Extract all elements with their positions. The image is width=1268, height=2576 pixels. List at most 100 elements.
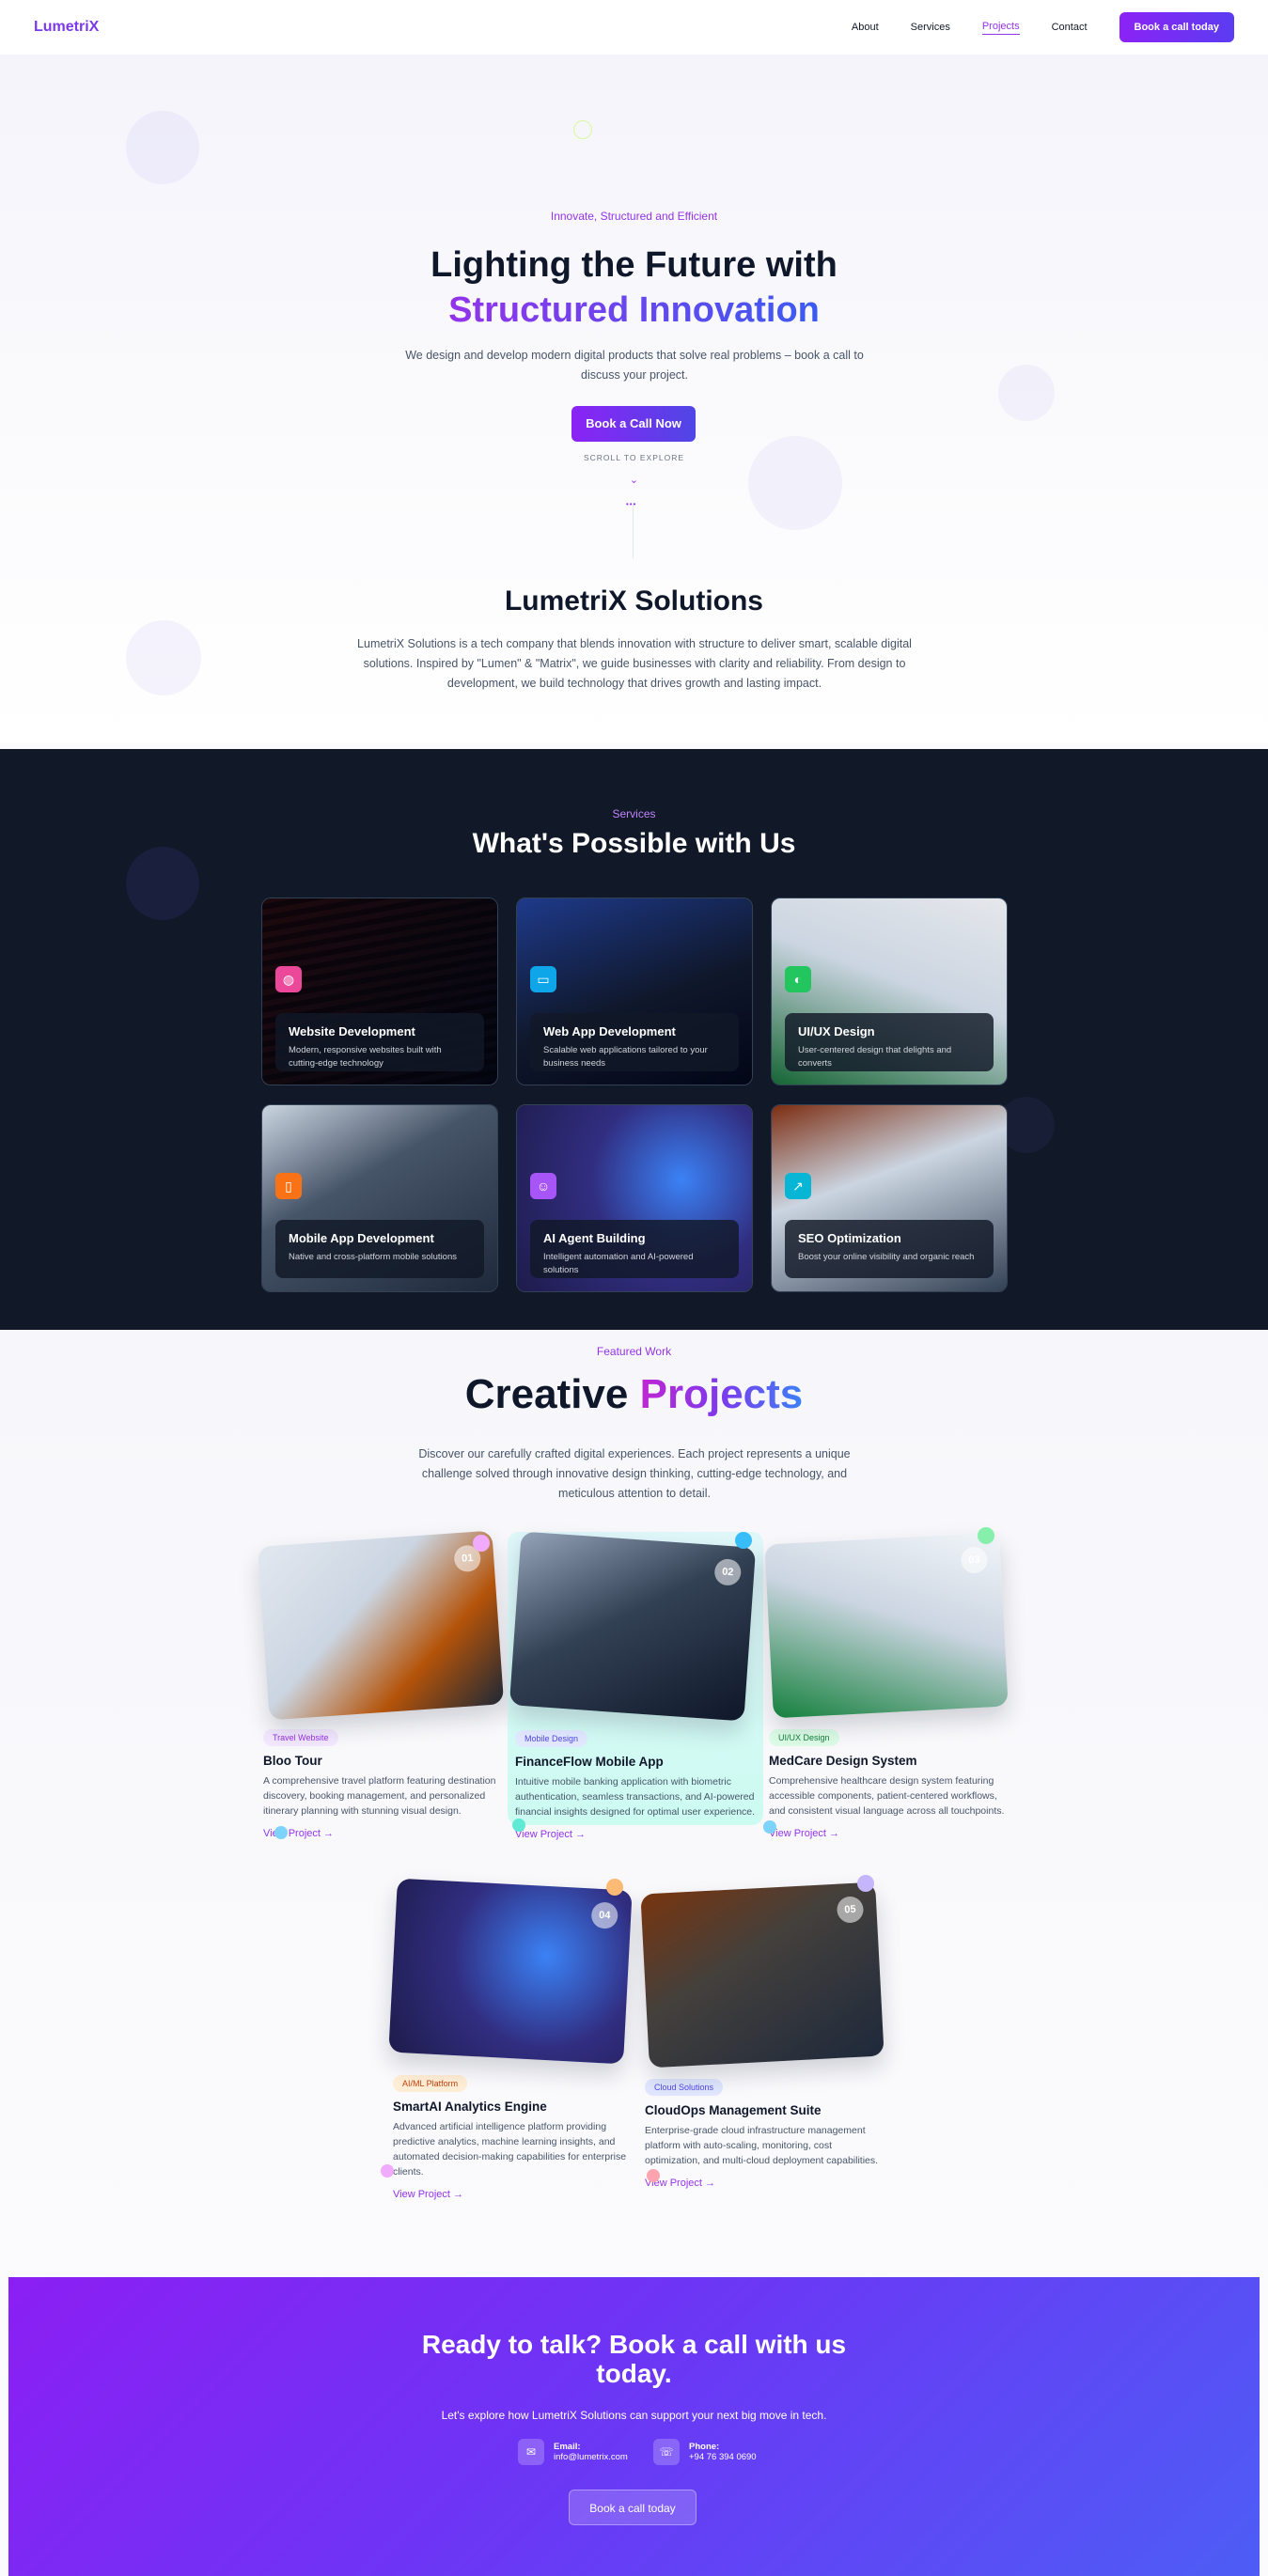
service-title: AI Agent Building xyxy=(543,1231,646,1245)
project-thumb: 05 xyxy=(640,1881,884,2069)
hero-subtitle: We design and develop modern digital pro… xyxy=(405,349,864,382)
decor-dot xyxy=(606,1879,623,1896)
project-title: CloudOps Management Suite xyxy=(645,2103,822,2117)
service-card-mobile[interactable]: ▯ Mobile App Development Native and cros… xyxy=(261,1104,498,1292)
service-title: SEO Optimization xyxy=(798,1231,901,1245)
contact-email[interactable]: ✉ Email: info@lumetrix.com xyxy=(518,2439,628,2465)
project-card-4[interactable]: 04 AI/ML Platform SmartAI Analytics Engi… xyxy=(388,1878,637,2200)
service-desc: Intelligent automation and AI-powered so… xyxy=(543,1252,694,1275)
project-number: 02 xyxy=(713,1557,743,1586)
brand-logo[interactable]: LumetriX xyxy=(34,19,99,36)
service-card-panel: Web App Development Scalable web applica… xyxy=(530,1013,739,1071)
service-title: Mobile App Development xyxy=(289,1231,434,1245)
cta-subtitle: Let's explore how LumetriX Solutions can… xyxy=(441,2409,827,2422)
scroll-line xyxy=(633,502,634,558)
cta-book-call-button[interactable]: Book a call today xyxy=(569,2490,697,2525)
decor-dot xyxy=(647,2169,660,2182)
project-card-1[interactable]: 01 Travel Website Bloo Tour A comprehens… xyxy=(257,1530,508,1839)
service-card-panel: SEO Optimization Boost your online visib… xyxy=(785,1220,994,1278)
service-desc: Scalable web applications tailored to yo… xyxy=(543,1045,708,1069)
smartphone-icon: ▯ xyxy=(275,1173,302,1199)
chevron-down-icon[interactable]: ⌄ xyxy=(0,474,1268,486)
project-badge: UI/UX Design xyxy=(769,1729,839,1746)
project-desc: Advanced artificial intelligence platfor… xyxy=(393,2121,627,2178)
service-desc: Modern, responsive websites built with c… xyxy=(289,1045,442,1069)
project-card-3[interactable]: 03 UI/UX Design MedCare Design System Co… xyxy=(764,1532,1013,1839)
project-title: MedCare Design System xyxy=(769,1754,917,1768)
scroll-dots-icon: ••• xyxy=(626,500,637,508)
services-title: What's Possible with Us xyxy=(472,828,796,859)
service-desc: Native and cross-platform mobile solutio… xyxy=(289,1252,457,1262)
projects-subtitle: Discover our carefully crafted digital e… xyxy=(418,1447,851,1500)
decor-dot xyxy=(381,2164,394,2178)
hero-title-line1: Lighting the Future with xyxy=(430,245,838,285)
project-badge: Travel Website xyxy=(263,1729,338,1746)
phone-icon: ☏ xyxy=(653,2439,680,2465)
cta-title: Ready to talk? Book a call with us today… xyxy=(421,2330,847,2388)
hero-title-line2: Structured Innovation xyxy=(448,290,820,330)
service-card-seo[interactable]: ↗ SEO Optimization Boost your online vis… xyxy=(771,1104,1008,1292)
service-card-uiux[interactable]: ◐ UI/UX Design User-centered design that… xyxy=(771,898,1008,1085)
service-card-panel: Website Development Modern, responsive w… xyxy=(275,1013,484,1071)
decor-blob xyxy=(126,111,199,184)
project-title: FinanceFlow Mobile App xyxy=(515,1755,664,1769)
service-desc: Boost your online visibility and organic… xyxy=(798,1252,975,1262)
project-thumb: 03 xyxy=(764,1532,1009,1719)
project-card-5[interactable]: 05 Cloud Solutions CloudOps Management S… xyxy=(640,1881,889,2189)
service-card-panel: Mobile App Development Native and cross-… xyxy=(275,1220,484,1278)
services-section: Services What's Possible with Us ◍ Websi… xyxy=(0,749,1268,1330)
projects-title-b: Projects xyxy=(639,1371,804,1417)
project-card-2[interactable]: 02 Mobile Design FinanceFlow Mobile App … xyxy=(508,1531,763,1840)
projects-eyebrow: Featured Work xyxy=(596,1345,672,1358)
services-eyebrow: Services xyxy=(612,807,656,820)
service-title: Web App Development xyxy=(543,1024,676,1038)
service-card-webapp[interactable]: ▭ Web App Development Scalable web appli… xyxy=(516,898,753,1085)
view-project-link[interactable]: View Project → xyxy=(769,1828,1013,1839)
view-project-link[interactable]: View Project → xyxy=(645,2178,889,2189)
project-thumb: 02 xyxy=(509,1531,757,1722)
phone-label: Phone: xyxy=(689,2442,720,2452)
service-card-panel: AI Agent Building Intelligent automation… xyxy=(530,1220,739,1278)
projects-title-a: Creative xyxy=(464,1371,629,1417)
decor-blob xyxy=(998,365,1055,421)
email-label: Email: xyxy=(554,2442,581,2452)
bot-icon: ☺ xyxy=(530,1173,556,1199)
email-value[interactable]: info@lumetrix.com xyxy=(554,2452,628,2462)
decor-blob xyxy=(126,620,201,695)
nav-link-projects[interactable]: Projects xyxy=(981,21,1020,35)
project-thumb: 04 xyxy=(388,1878,633,2065)
palette-icon: ◐ xyxy=(785,966,811,992)
projects-title: Creative Projects xyxy=(0,1371,1268,1418)
project-number: 05 xyxy=(836,1896,865,1924)
decor-dot xyxy=(857,1875,874,1892)
view-project-link[interactable]: View Project → xyxy=(263,1828,508,1839)
nav-link-contact[interactable]: Contact xyxy=(1052,22,1088,33)
project-desc: Intuitive mobile banking application wit… xyxy=(515,1776,756,1818)
decor-dot xyxy=(978,1527,994,1544)
globe-icon: ◍ xyxy=(275,966,302,992)
nav-book-call-button[interactable]: Book a call today xyxy=(1119,12,1234,42)
service-card-ai[interactable]: ☺ AI Agent Building Intelligent automati… xyxy=(516,1104,753,1292)
decor-dot xyxy=(512,1819,525,1832)
nav-link-about[interactable]: About xyxy=(852,22,879,33)
decor-dot xyxy=(274,1826,288,1839)
phone-value[interactable]: +94 76 394 0690 xyxy=(689,2452,757,2462)
project-desc: A comprehensive travel platform featurin… xyxy=(263,1775,496,1817)
hero-book-call-button[interactable]: Book a Call Now xyxy=(571,406,696,442)
service-title: UI/UX Design xyxy=(798,1024,875,1038)
mail-icon: ✉ xyxy=(518,2439,544,2465)
project-badge: Cloud Solutions xyxy=(645,2079,724,2096)
nav-link-services[interactable]: Services xyxy=(911,22,950,33)
project-thumb: 01 xyxy=(257,1530,505,1721)
project-badge: Mobile Design xyxy=(515,1730,588,1747)
service-card-website[interactable]: ◍ Website Development Modern, responsive… xyxy=(261,898,498,1085)
cta-section: Ready to talk? Book a call with us today… xyxy=(8,2277,1260,2576)
project-desc: Enterprise-grade cloud infrastructure ma… xyxy=(645,2125,879,2166)
project-number: 04 xyxy=(590,1901,618,1929)
contact-phone[interactable]: ☏ Phone: +94 76 394 0690 xyxy=(653,2439,757,2465)
decor-dot xyxy=(735,1532,752,1549)
trending-up-icon: ↗ xyxy=(785,1173,811,1199)
view-project-link[interactable]: View Project → xyxy=(393,2189,637,2200)
view-project-link[interactable]: View Project → xyxy=(515,1829,756,1840)
project-title: SmartAI Analytics Engine xyxy=(393,2100,547,2114)
